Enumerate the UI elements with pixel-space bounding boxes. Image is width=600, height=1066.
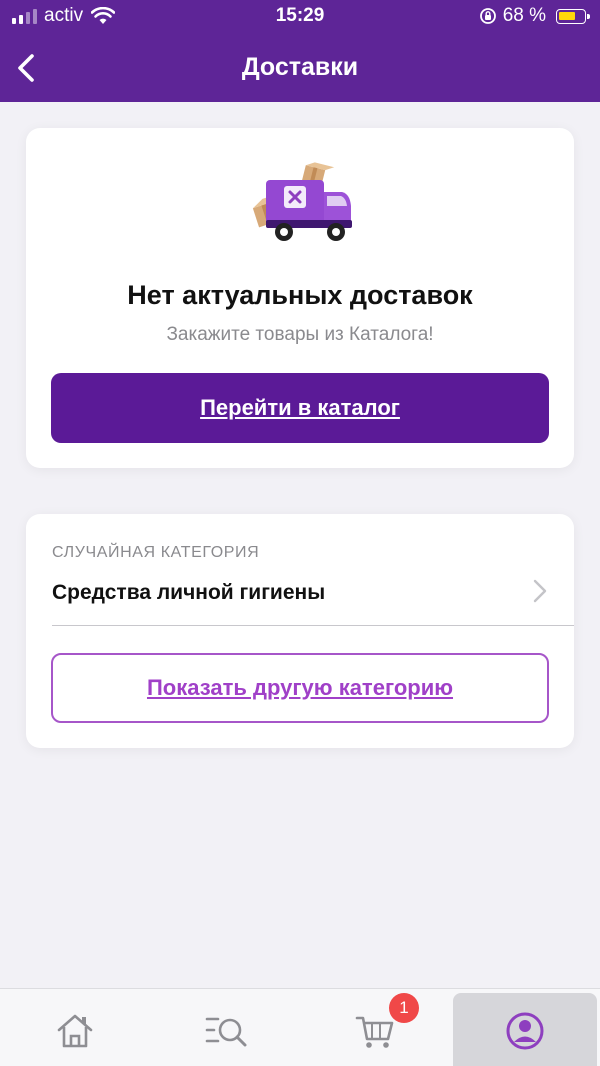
empty-state-title: Нет актуальных доставок <box>127 280 473 310</box>
empty-deliveries-card: Нет актуальных доставок Закажите товары … <box>26 128 574 468</box>
header: activ 15:29 68 % Доставки <box>0 0 600 102</box>
empty-state-subtitle: Закажите товары из Каталога! <box>166 324 434 345</box>
profile-icon <box>506 1012 544 1050</box>
rotation-lock-icon <box>479 8 496 24</box>
battery-icon <box>556 8 590 24</box>
battery-percent: 68 % <box>502 5 546 26</box>
delivery-truck-icon <box>252 162 352 241</box>
divider <box>52 625 574 626</box>
page-title: Доставки <box>241 53 359 81</box>
random-category-card: СЛУЧАЙНАЯ КАТЕГОРИЯ Средства личной гиги… <box>26 514 574 748</box>
catalog-search-icon <box>205 1017 247 1047</box>
go-to-catalog-label: Перейти в каталог <box>200 395 400 420</box>
status-bar: activ 15:29 68 % <box>0 0 600 34</box>
tab-catalog[interactable] <box>150 989 300 1066</box>
nav-bar: Доставки <box>0 34 600 102</box>
cart-badge: 1 <box>389 993 419 1023</box>
tab-home[interactable] <box>0 989 150 1066</box>
tab-cart[interactable] <box>300 989 450 1066</box>
home-icon <box>57 1014 93 1048</box>
chevron-right-icon <box>533 579 547 603</box>
random-category-name: Средства личной гигиены <box>52 581 326 604</box>
show-other-category-button[interactable]: Показать другую категорию <box>51 653 549 723</box>
show-other-category-label: Показать другую категорию <box>146 675 454 700</box>
status-right: 68 % <box>479 5 590 27</box>
battery-fill <box>559 11 575 20</box>
tab-profile[interactable] <box>453 993 597 1066</box>
tab-bar <box>0 988 600 1066</box>
random-category-caption: СЛУЧАЙНАЯ КАТЕГОРИЯ <box>52 544 260 561</box>
deliveries-screen: activ 15:29 68 % Доставки Нет актуальных… <box>0 0 600 1066</box>
go-to-catalog-button[interactable]: Перейти в каталог <box>51 373 549 443</box>
